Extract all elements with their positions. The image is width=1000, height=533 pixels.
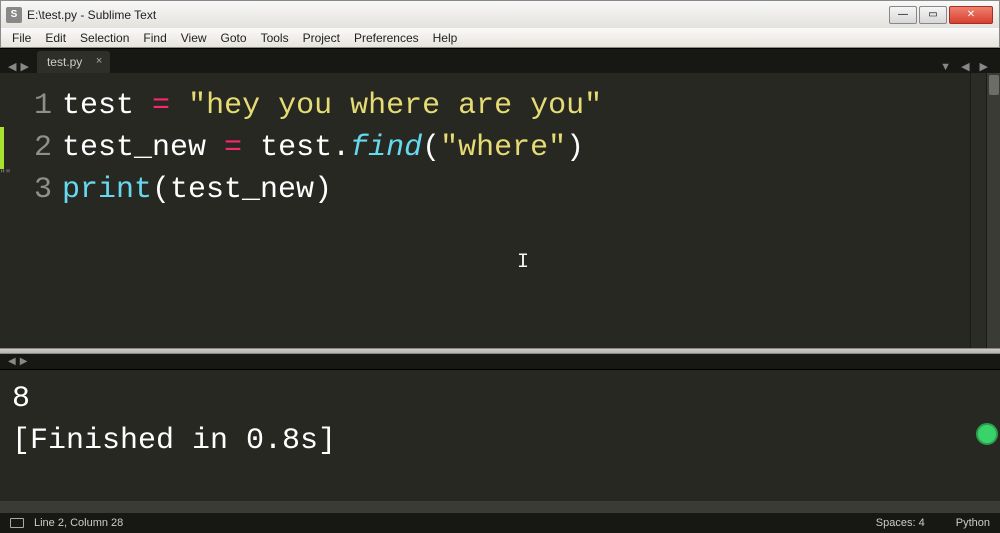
menu-project[interactable]: Project — [296, 29, 347, 47]
tab-close-icon[interactable]: × — [96, 55, 102, 67]
output-scrollbar[interactable] — [0, 501, 1000, 513]
status-spaces[interactable]: Spaces: 4 — [876, 517, 925, 529]
app-icon: S — [6, 7, 22, 23]
menu-bar: File Edit Selection Find View Goto Tools… — [0, 28, 1000, 48]
tab-testpy[interactable]: test.py × — [37, 51, 110, 73]
tab-bar: ◀ ▶ test.py × ▼ ◀ ▶ — [0, 48, 1000, 73]
tab-dropdown-icon[interactable]: ▼ — [940, 61, 951, 73]
record-badge-icon — [976, 423, 998, 445]
menu-selection[interactable]: Selection — [73, 29, 136, 47]
menu-help[interactable]: Help — [426, 29, 465, 47]
editor-pane[interactable]: "" 1 2 3 test = "hey you where are you" … — [0, 73, 1000, 348]
tab-next-icon[interactable]: ▶ — [20, 60, 28, 73]
code-line-1[interactable]: test = "hey you where are you" — [62, 85, 970, 127]
output-next-icon[interactable]: ▶ — [20, 356, 28, 367]
window-controls: — ▭ ✕ — [889, 6, 999, 24]
minimize-button[interactable]: — — [889, 6, 917, 24]
menu-find[interactable]: Find — [136, 29, 173, 47]
window-title: E:\test.py - Sublime Text — [27, 8, 889, 22]
window-titlebar: S E:\test.py - Sublime Text — ▭ ✕ — [0, 0, 1000, 28]
status-position[interactable]: Line 2, Column 28 — [34, 517, 123, 529]
output-panel[interactable]: 8 [Finished in 0.8s] — [0, 370, 1000, 501]
output-nav: ◀ ▶ — [0, 354, 1000, 370]
code-line-2[interactable]: test_new = test.find("where") — [62, 127, 970, 169]
menu-preferences[interactable]: Preferences — [347, 29, 426, 47]
output-line: [Finished in 0.8s] — [12, 420, 988, 462]
menu-goto[interactable]: Goto — [214, 29, 254, 47]
panel-switcher-icon[interactable] — [10, 518, 24, 528]
maximize-button[interactable]: ▭ — [919, 6, 947, 24]
editor-scrollbar[interactable] — [986, 73, 1000, 348]
fold-marker: "" — [0, 168, 11, 181]
split-next-icon[interactable]: ▶ — [980, 60, 988, 73]
menu-tools[interactable]: Tools — [254, 29, 296, 47]
scrollbar-thumb[interactable] — [989, 75, 999, 95]
line-number: 1 — [0, 85, 52, 127]
output-prev-icon[interactable]: ◀ — [8, 356, 16, 367]
tab-prev-icon[interactable]: ◀ — [8, 60, 16, 73]
line-number: 2 — [0, 127, 52, 169]
split-prev-icon[interactable]: ◀ — [961, 60, 969, 73]
line-number-gutter: 1 2 3 — [0, 73, 62, 348]
code-line-3[interactable]: print(test_new) — [62, 169, 970, 211]
code-area[interactable]: test = "hey you where are you" test_new … — [62, 73, 970, 348]
tab-nav: ◀ ▶ — [8, 60, 29, 73]
text-cursor-icon: I — [517, 249, 529, 277]
menu-file[interactable]: File — [5, 29, 38, 47]
status-bar: Line 2, Column 28 Spaces: 4 Python — [0, 513, 1000, 533]
close-button[interactable]: ✕ — [949, 6, 993, 24]
minimap[interactable] — [970, 73, 986, 348]
output-line: 8 — [12, 378, 988, 420]
tab-label: test.py — [47, 55, 82, 69]
menu-view[interactable]: View — [174, 29, 214, 47]
status-syntax[interactable]: Python — [956, 517, 990, 529]
line-edit-marker — [0, 127, 4, 169]
menu-edit[interactable]: Edit — [38, 29, 73, 47]
